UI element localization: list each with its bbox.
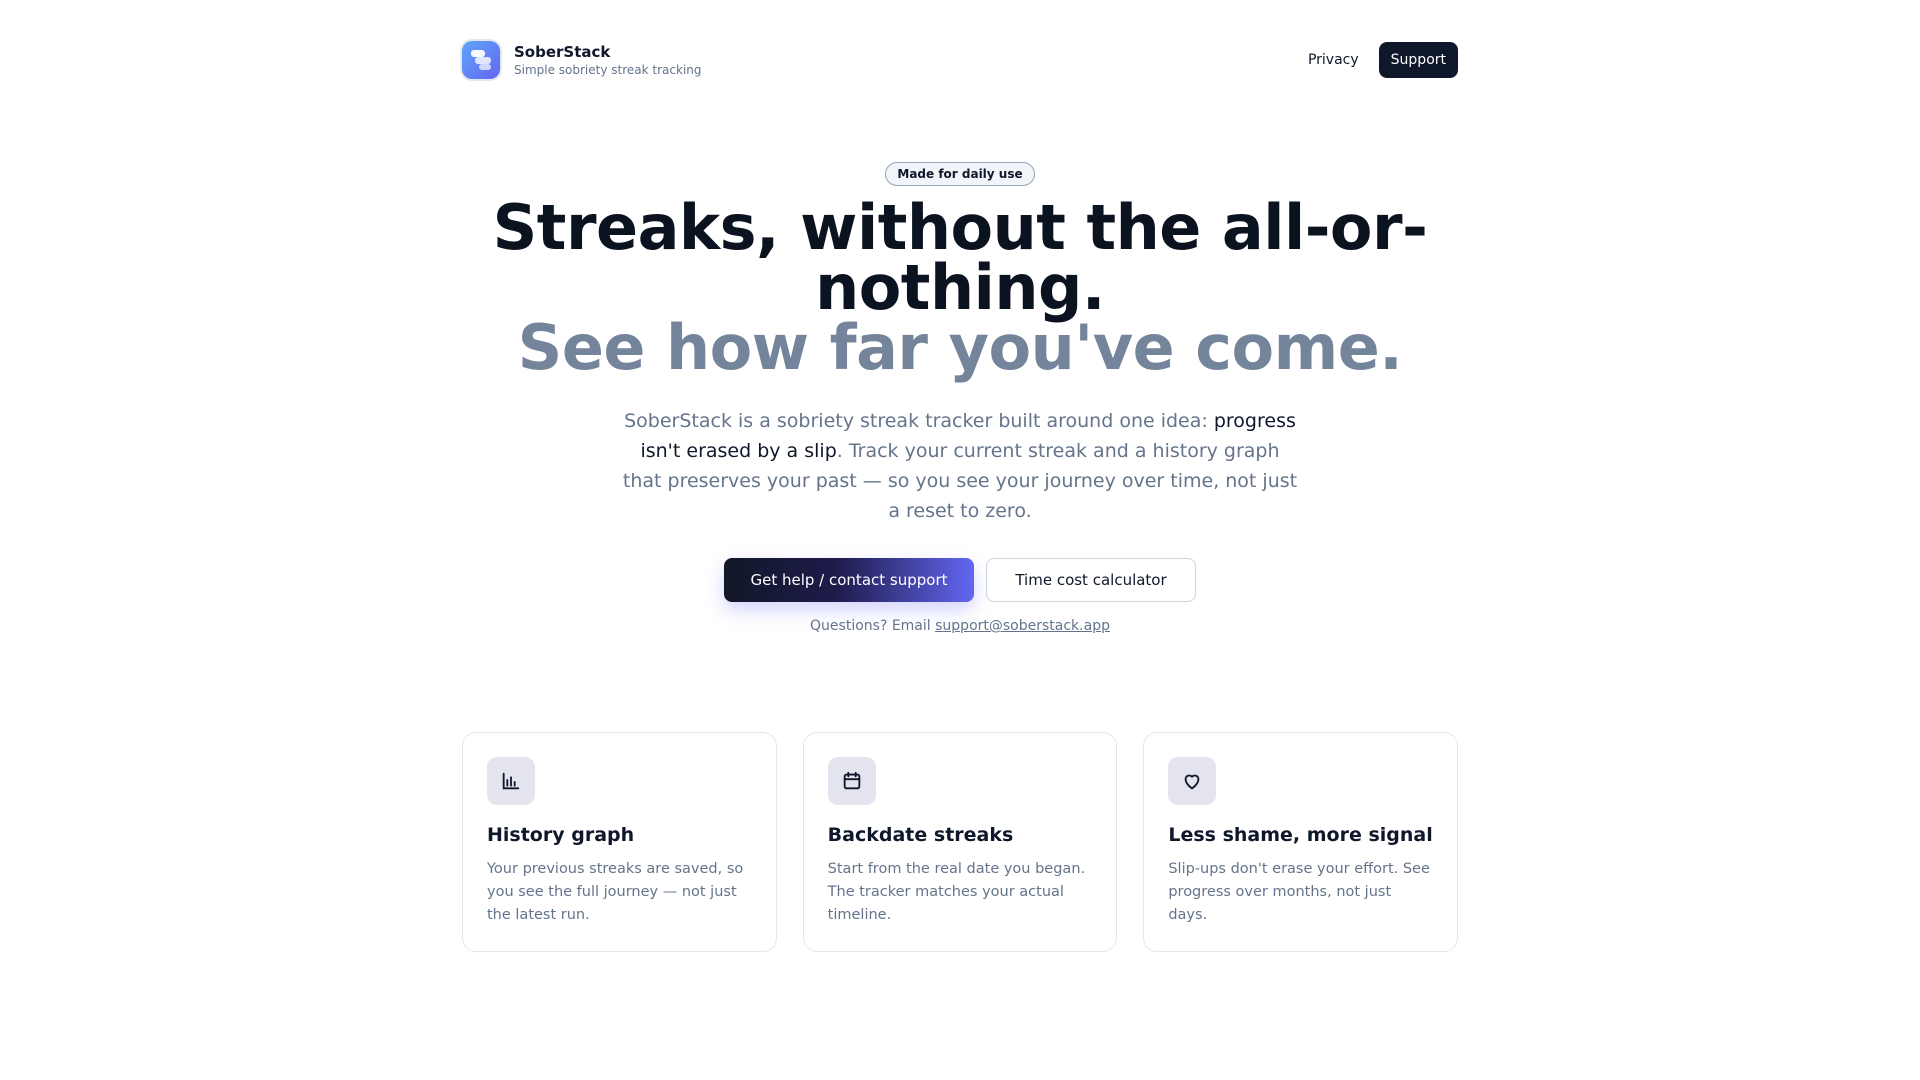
feature-text: Start from the real date you began. The … (827, 861, 1086, 923)
brand[interactable]: SoberStack Simple sobriety streak tracki… (462, 41, 702, 79)
hero-description-part1: SoberStack is a sobriety streak tracker … (624, 410, 1214, 432)
feature-text: Your previous streaks are saved, so you … (487, 861, 744, 923)
nav-privacy-link[interactable]: Privacy (1308, 52, 1359, 68)
time-cost-calculator-button[interactable]: Time cost calculator (986, 558, 1196, 602)
calendar-icon (827, 757, 876, 805)
feature-title: History graph (487, 824, 635, 846)
app-logo-icon (462, 41, 500, 79)
feature-card: History graph Your previous streaks are … (462, 732, 777, 952)
hero-actions: Get help / contact support Time cost cal… (462, 558, 1458, 602)
hero-badge: Made for daily use (885, 162, 1035, 186)
hero-description: SoberStack is a sobriety streak tracker … (620, 406, 1300, 526)
site-header: SoberStack Simple sobriety streak tracki… (462, 0, 1458, 120)
brand-tagline: Simple sobriety streak tracking (514, 62, 702, 77)
bar-chart-icon (487, 757, 535, 805)
page-container: SoberStack Simple sobriety streak tracki… (462, 0, 1459, 952)
feature-text: Slip-ups don't erase your effort. See pr… (1168, 861, 1430, 923)
heart-icon (1168, 757, 1217, 805)
brand-name: SoberStack (514, 42, 611, 61)
contact-prefix: Questions? Email (810, 618, 936, 634)
feature-card: Less shame, more signal Slip-ups don't e… (1143, 732, 1459, 952)
feature-title: Less shame, more signal (1168, 824, 1433, 846)
hero-title-line2: See how far you've come. (517, 311, 1403, 384)
contact-line: Questions? Email support@soberstack.app (462, 618, 1458, 634)
contact-support-button[interactable]: Get help / contact support (724, 558, 974, 602)
brand-text: SoberStack Simple sobriety streak tracki… (514, 43, 702, 78)
hero-section: Made for daily use Streaks, without the … (462, 120, 1458, 634)
feature-card: Backdate streaks Start from the real dat… (802, 732, 1118, 952)
features-section: History graph Your previous streaks are … (462, 732, 1459, 952)
nav-support-button[interactable]: Support (1378, 42, 1458, 78)
top-nav: Privacy Support (1308, 42, 1458, 78)
feature-title: Backdate streaks (827, 824, 1014, 846)
hero-title: Streaks, without the all-or-nothing. See… (462, 191, 1458, 384)
hero-title-line1: Streaks, without the all-or-nothing. (492, 191, 1428, 324)
support-email-link[interactable]: support@soberstack.app (935, 618, 1110, 634)
